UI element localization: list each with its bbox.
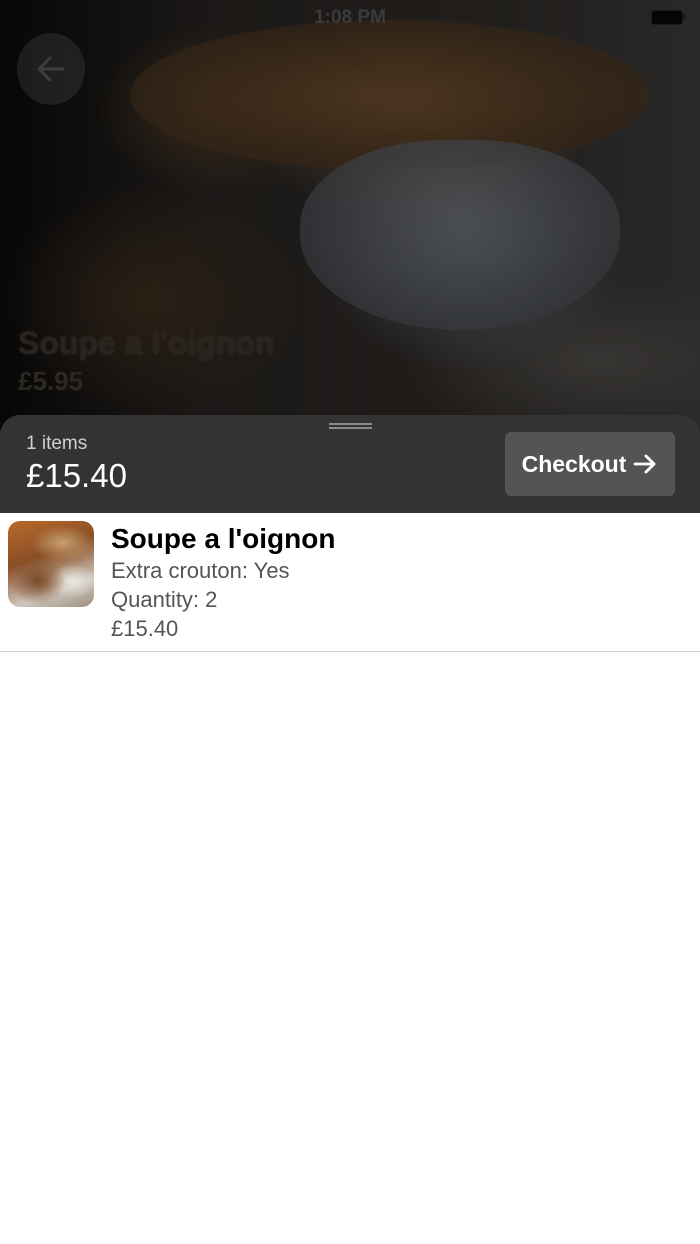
- cart-total: £15.40: [26, 457, 127, 494]
- battery-cap: [683, 14, 686, 20]
- hero-image-overlay: [0, 0, 700, 440]
- item-option: Extra crouton: Yes: [111, 558, 290, 583]
- battery-icon: [651, 10, 683, 25]
- arrow-right-icon: [633, 454, 656, 474]
- cart-summary-bar: 1 items £15.40 Checkout: [0, 415, 700, 513]
- arrow-left-icon: [37, 56, 65, 82]
- item-price: £15.40: [111, 616, 179, 641]
- cart-item-count: 1 items: [26, 433, 88, 454]
- product-title: Soupe a l'oignon: [18, 325, 275, 361]
- checkout-label: Checkout: [521, 450, 627, 477]
- hero-image: [0, 0, 700, 440]
- item-thumbnail: [8, 521, 94, 607]
- checkout-button[interactable]: Checkout: [505, 432, 675, 496]
- status-bar-time: 1:08 PM: [314, 7, 386, 28]
- item-quantity: Quantity: 2: [111, 587, 218, 612]
- item-name: Soupe a l'oignon: [111, 523, 336, 554]
- drag-handle[interactable]: [329, 423, 372, 429]
- list-item[interactable]: Soupe a l'oignon Extra crouton: Yes Quan…: [0, 513, 700, 652]
- back-button[interactable]: [17, 33, 85, 105]
- product-price: £5.95: [18, 366, 84, 396]
